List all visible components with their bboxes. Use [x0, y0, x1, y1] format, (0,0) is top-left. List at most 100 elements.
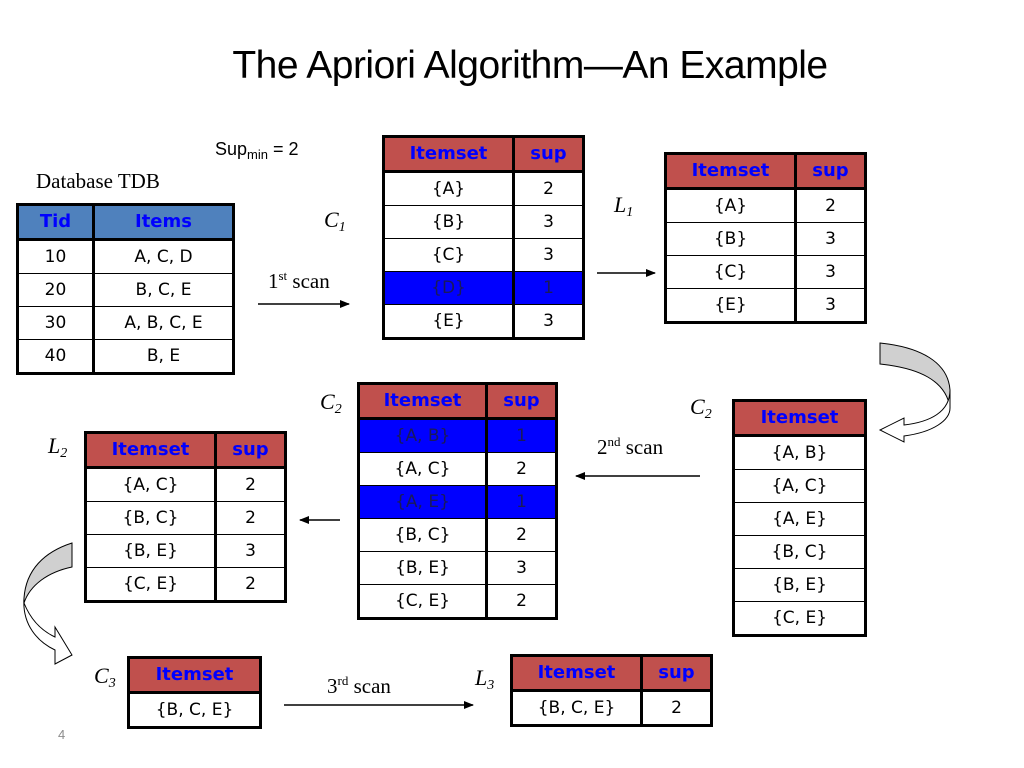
cell-itemset: {B, E}	[358, 551, 488, 585]
cell-itemset: {C, E}	[358, 584, 488, 619]
second-scan-label: 2nd scan	[597, 434, 663, 460]
scan-num: 3	[327, 674, 338, 698]
scan-suffix: rd	[337, 673, 349, 688]
table-header-row: Tid Items	[17, 204, 234, 241]
l2-letter: L	[48, 433, 61, 458]
header-sup: sup	[513, 136, 584, 173]
table-row: 40 B, E	[17, 339, 234, 374]
table-header-row: Itemset	[128, 657, 261, 694]
cell-sup: 2	[486, 584, 557, 619]
header-itemset: Itemset	[665, 153, 797, 190]
cell-itemset: {A, B}	[358, 418, 488, 453]
cell-sup: 3	[795, 255, 866, 289]
c3-label: C3	[94, 663, 116, 692]
header-sup: sup	[486, 383, 557, 420]
cell-itemset: {B}	[383, 205, 515, 239]
table-row: {C, E}	[733, 601, 866, 636]
cell-sup: 3	[513, 304, 584, 339]
l1-letter: L	[614, 192, 627, 217]
header-itemset: Itemset	[383, 136, 515, 173]
cell-itemset: {B, E}	[85, 534, 217, 568]
cell-itemset: {C, E}	[85, 567, 217, 602]
cell-itemset: {B, C}	[358, 518, 488, 552]
cell-sup: 2	[215, 467, 286, 502]
cell-itemset: {A, E}	[358, 485, 488, 519]
cell-itemset: {C, E}	[733, 601, 866, 636]
table-header-row: Itemset sup	[358, 383, 557, 420]
table-row: {B, C} 2	[358, 518, 557, 552]
table-row: {B, E}	[733, 568, 866, 602]
cell-items: B, E	[93, 339, 234, 374]
l1-sub: 1	[626, 205, 634, 220]
table-row: {E} 3	[383, 304, 584, 339]
cell-sup: 2	[641, 690, 712, 726]
scan-num: 1	[268, 269, 279, 293]
scan-suffix: st	[278, 268, 288, 283]
table-row: {B, C} 2	[85, 501, 286, 535]
slide-title: The Apriori Algorithm—An Example	[232, 44, 828, 87]
table-row: {A, E}	[733, 502, 866, 536]
l1-table: Itemset sup {A} 2 {B} 3 {C} 3 {E} 3	[664, 152, 867, 324]
header-itemset: Itemset	[733, 400, 866, 437]
c3-sub: 3	[108, 676, 116, 691]
l2-sub: 2	[60, 446, 68, 461]
c2-counted-label: C2	[320, 389, 342, 418]
cell-itemset: {B, C, E}	[128, 692, 261, 728]
table-row: {A, C}	[733, 469, 866, 503]
table-header-row: Itemset sup	[665, 153, 866, 190]
header-tid: Tid	[17, 204, 95, 241]
cell-itemset: {B, E}	[733, 568, 866, 602]
cell-itemset: {B, C}	[733, 535, 866, 569]
cell-tid: 10	[17, 239, 95, 274]
cell-sup: 2	[486, 452, 557, 486]
c2-sub: 2	[334, 402, 342, 417]
curved-arrow-l2-to-c3-icon	[23, 542, 73, 665]
c1-table: Itemset sup {A} 2 {B} 3 {C} 3 {D} 1 {E} 3	[382, 135, 585, 340]
table-row: {C, E} 2	[358, 584, 557, 619]
cell-sup: 3	[795, 288, 866, 323]
l1-label: L1	[614, 192, 633, 221]
table-row: {C} 3	[383, 238, 584, 272]
cell-itemset: {A}	[383, 171, 515, 206]
cell-itemset: {B, C}	[85, 501, 217, 535]
l3-label: L3	[475, 665, 494, 694]
header-sup: sup	[641, 655, 712, 692]
cell-sup: 2	[215, 567, 286, 602]
table-row: {E} 3	[665, 288, 866, 323]
header-itemset: Itemset	[128, 657, 261, 694]
table-row: {B} 3	[383, 205, 584, 239]
table-row: {B, E} 3	[358, 551, 557, 585]
table-row: 20 B, C, E	[17, 273, 234, 307]
min-support-sup: Sup	[215, 139, 248, 159]
header-itemset: Itemset	[358, 383, 488, 420]
table-row-pruned: {D} 1	[383, 271, 584, 305]
header-items: Items	[93, 204, 234, 241]
c1-label: C1	[324, 207, 346, 236]
c2-letter: C	[690, 394, 705, 419]
cell-sup: 3	[513, 238, 584, 272]
cell-sup: 2	[215, 501, 286, 535]
cell-sup: 3	[513, 205, 584, 239]
min-support-label: Supmin = 2	[215, 139, 299, 162]
table-row: {B, C}	[733, 535, 866, 569]
c2-letter: C	[320, 389, 335, 414]
table-row: {B} 3	[665, 222, 866, 256]
table-row: {A} 2	[383, 171, 584, 206]
table-header-row: Itemset sup	[383, 136, 584, 173]
cell-tid: 20	[17, 273, 95, 307]
table-row: {B, C, E} 2	[511, 690, 712, 726]
cell-itemset: {A, B}	[733, 435, 866, 470]
l3-letter: L	[475, 665, 488, 690]
third-scan-label: 3rd scan	[327, 673, 391, 699]
header-sup: sup	[215, 432, 286, 469]
c2-sub: 2	[704, 407, 712, 422]
table-row: 30 A, B, C, E	[17, 306, 234, 340]
cell-itemset: {C}	[665, 255, 797, 289]
table-row: {C, E} 2	[85, 567, 286, 602]
c2-candidates-label: C2	[690, 394, 712, 423]
table-row: {C} 3	[665, 255, 866, 289]
cell-sup: 2	[513, 171, 584, 206]
table-header-row: Itemset	[733, 400, 866, 437]
cell-itemset: {B, C, E}	[511, 690, 643, 726]
cell-tid: 40	[17, 339, 95, 374]
